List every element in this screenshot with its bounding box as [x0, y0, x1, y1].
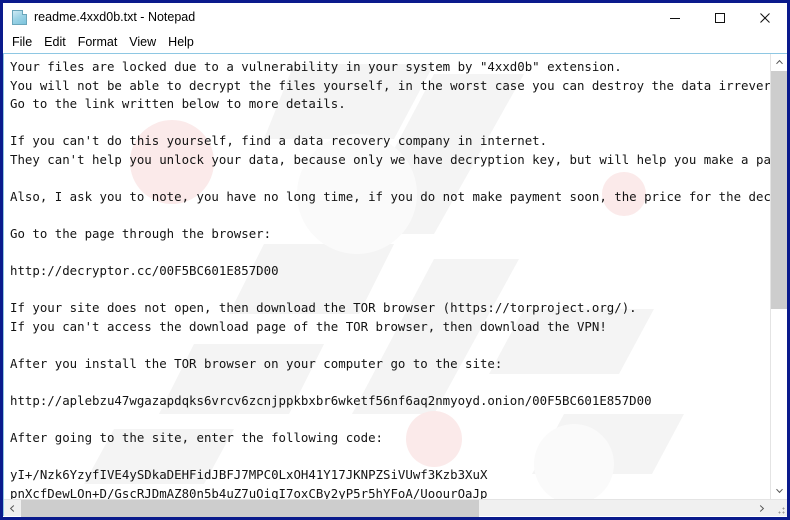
text-content-area[interactable]: Your files are locked due to a vulnerabi… — [4, 54, 770, 499]
scroll-down-button[interactable] — [771, 482, 787, 499]
vertical-scroll-thumb[interactable] — [771, 71, 787, 310]
notepad-window: readme.4xxd0b.txt - Notepad File Edit Fo… — [0, 0, 790, 520]
chevron-up-icon — [775, 59, 783, 65]
menu-bar: File Edit Format View Help — [3, 32, 787, 53]
editor-area: Your files are locked due to a vulnerabi… — [3, 53, 787, 517]
minimize-button[interactable] — [652, 3, 697, 32]
menu-item-format[interactable]: Format — [78, 36, 124, 49]
window-controls — [652, 3, 787, 32]
notepad-document-icon — [12, 9, 27, 25]
menu-item-help[interactable]: Help — [168, 36, 200, 49]
menu-item-file[interactable]: File — [12, 36, 38, 49]
horizontal-scrollbar[interactable] — [4, 499, 787, 517]
scroll-left-button[interactable] — [4, 500, 21, 516]
title-bar[interactable]: readme.4xxd0b.txt - Notepad — [3, 3, 787, 32]
resize-grip[interactable] — [770, 500, 787, 516]
chevron-down-icon — [775, 488, 783, 494]
editor-row: Your files are locked due to a vulnerabi… — [4, 54, 787, 499]
chevron-right-icon — [759, 504, 765, 512]
menu-item-edit[interactable]: Edit — [44, 36, 72, 49]
vertical-scroll-track[interactable] — [771, 71, 787, 482]
chevron-left-icon — [9, 504, 15, 512]
scroll-up-button[interactable] — [771, 54, 787, 71]
vertical-scrollbar[interactable] — [770, 54, 787, 499]
ransom-note-text[interactable]: Your files are locked due to a vulnerabi… — [10, 58, 770, 499]
horizontal-scroll-thumb[interactable] — [21, 500, 479, 517]
maximize-button[interactable] — [697, 3, 742, 32]
minimize-icon — [669, 17, 680, 19]
window-title: readme.4xxd0b.txt - Notepad — [34, 9, 196, 24]
close-icon — [759, 12, 770, 23]
close-button[interactable] — [742, 3, 787, 32]
horizontal-scroll-track[interactable] — [21, 500, 753, 517]
menu-item-view[interactable]: View — [129, 36, 162, 49]
maximize-icon — [714, 12, 725, 23]
scroll-right-button[interactable] — [753, 500, 770, 516]
